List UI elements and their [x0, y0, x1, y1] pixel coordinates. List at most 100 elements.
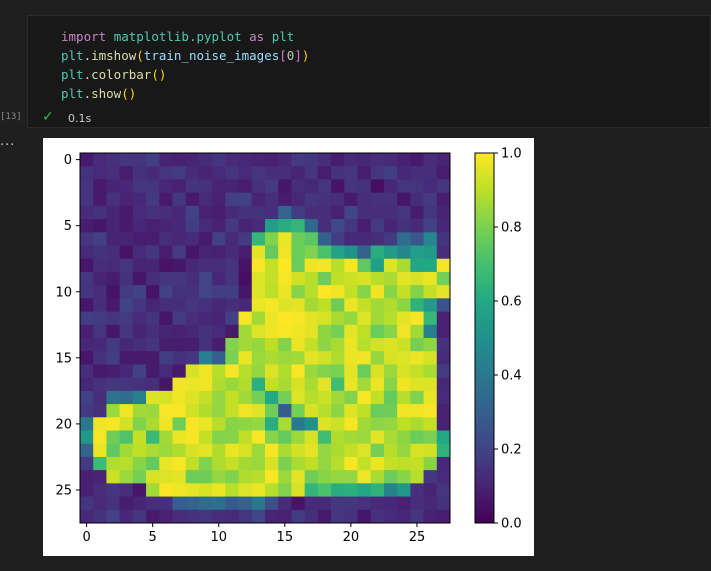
heatmap-pixel [251, 153, 266, 167]
heatmap-pixel [225, 205, 239, 220]
heatmap-pixel [317, 351, 332, 365]
heatmap-pixel [331, 232, 345, 246]
code-editor[interactable]: import matplotlib.pyplot as plt plt.imsho… [61, 27, 309, 103]
heatmap-pixel [80, 258, 94, 273]
heatmap-pixel [172, 470, 187, 484]
colorbar-segment [475, 264, 494, 269]
heatmap-pixel [397, 205, 411, 220]
colorbar-segment [475, 460, 494, 465]
execution-time: 0.1s [68, 112, 92, 125]
heatmap-pixel [132, 298, 147, 312]
heatmap-pixel [383, 179, 398, 194]
heatmap-pixel [344, 483, 358, 497]
heatmap-pixel [119, 232, 134, 246]
heatmap-pixel [357, 311, 372, 326]
heatmap-pixel [146, 417, 160, 431]
colorbar-segment [475, 204, 494, 209]
heatmap-pixel [80, 417, 94, 431]
heatmap-pixel [185, 311, 200, 326]
heatmap-pixel [185, 205, 200, 220]
heatmap-pixel [119, 351, 134, 365]
heatmap-pixel [225, 285, 239, 299]
heatmap-pixel [436, 205, 451, 220]
heatmap-pixel [159, 285, 173, 299]
colorbar-segment [475, 493, 494, 498]
colorbar-segment [475, 349, 494, 354]
code-line: plt.colorbar() [61, 65, 309, 84]
heatmap-pixel [132, 338, 147, 352]
heatmap-pixel [212, 364, 226, 379]
colorbar-segment [475, 445, 494, 450]
colorbar-segment [475, 511, 494, 517]
heatmap-pixel [291, 496, 306, 511]
heatmap-pixel [225, 245, 239, 260]
heatmap-pixel [410, 285, 424, 299]
heatmap-pixel [410, 417, 424, 431]
heatmap-pixel [251, 298, 266, 312]
heatmap-pixel [410, 153, 424, 167]
heatmap-pixel [370, 153, 385, 167]
colorbar-segment [475, 208, 494, 213]
heatmap-pixel [159, 153, 173, 167]
heatmap-pixel [436, 338, 451, 352]
x-tick-label: 15 [277, 530, 294, 545]
heatmap-pixel [291, 443, 306, 458]
heatmap-pixel [225, 443, 239, 458]
heatmap-pixel [331, 324, 345, 339]
heatmap-pixel [225, 258, 239, 273]
heatmap-pixel [357, 219, 372, 233]
heatmap-pixel [410, 456, 424, 471]
heatmap-pixel [132, 443, 147, 458]
heatmap-pixel [370, 271, 385, 286]
heatmap-pixel [410, 483, 424, 497]
heatmap-pixel [304, 258, 319, 273]
heatmap-pixel [410, 377, 424, 392]
heatmap-pixel [251, 483, 266, 497]
heatmap-pixel [106, 483, 121, 497]
heatmap-pixel [172, 364, 187, 379]
heatmap-pixel [146, 192, 160, 207]
heatmap-pixel [93, 483, 107, 497]
heatmap-pixel [119, 470, 134, 484]
heatmap-pixel [304, 166, 319, 180]
heatmap-pixel [198, 179, 213, 194]
heatmap-pixel [410, 166, 424, 180]
heatmap-pixel [132, 456, 147, 471]
x-tick-label: 0 [82, 530, 90, 545]
heatmap-pixel [304, 219, 319, 233]
heatmap-pixel [423, 404, 438, 418]
heatmap-pixel [238, 324, 253, 339]
colorbar-segment [475, 386, 494, 391]
heatmap-pixel [80, 271, 94, 286]
code-token: imshow [91, 48, 137, 63]
heatmap-pixel [159, 271, 173, 286]
heatmap-pixel [212, 351, 226, 365]
heatmap-pixel [423, 364, 438, 379]
heatmap-pixel [119, 271, 134, 286]
heatmap-pixel [344, 404, 358, 418]
heatmap-pixel [185, 483, 200, 497]
heatmap-pixel [106, 166, 121, 180]
heatmap-pixel [106, 364, 121, 379]
heatmap-pixel [357, 298, 372, 312]
heatmap-pixel [331, 338, 345, 352]
heatmap-pixel [146, 179, 160, 194]
heatmap-pixel [119, 338, 134, 352]
heatmap-pixel [159, 338, 173, 352]
heatmap-pixel [331, 205, 345, 220]
heatmap-pixel [159, 364, 173, 379]
heatmap-pixel [251, 509, 266, 524]
heatmap-pixel [383, 430, 398, 445]
heatmap-pixel [436, 470, 451, 484]
colorbar-segment [475, 256, 494, 261]
output-ellipsis[interactable]: ... [0, 134, 15, 149]
heatmap-pixel [291, 311, 306, 326]
code-cell[interactable]: import matplotlib.pyplot as plt plt.imsho… [27, 15, 711, 128]
heatmap-pixel [436, 443, 451, 458]
heatmap-pixel [397, 285, 411, 299]
code-token: ( [136, 48, 144, 63]
heatmap-pixel [370, 351, 385, 365]
colorbar-segment [475, 190, 494, 195]
heatmap-pixel [265, 245, 279, 260]
heatmap-pixel [265, 430, 279, 445]
